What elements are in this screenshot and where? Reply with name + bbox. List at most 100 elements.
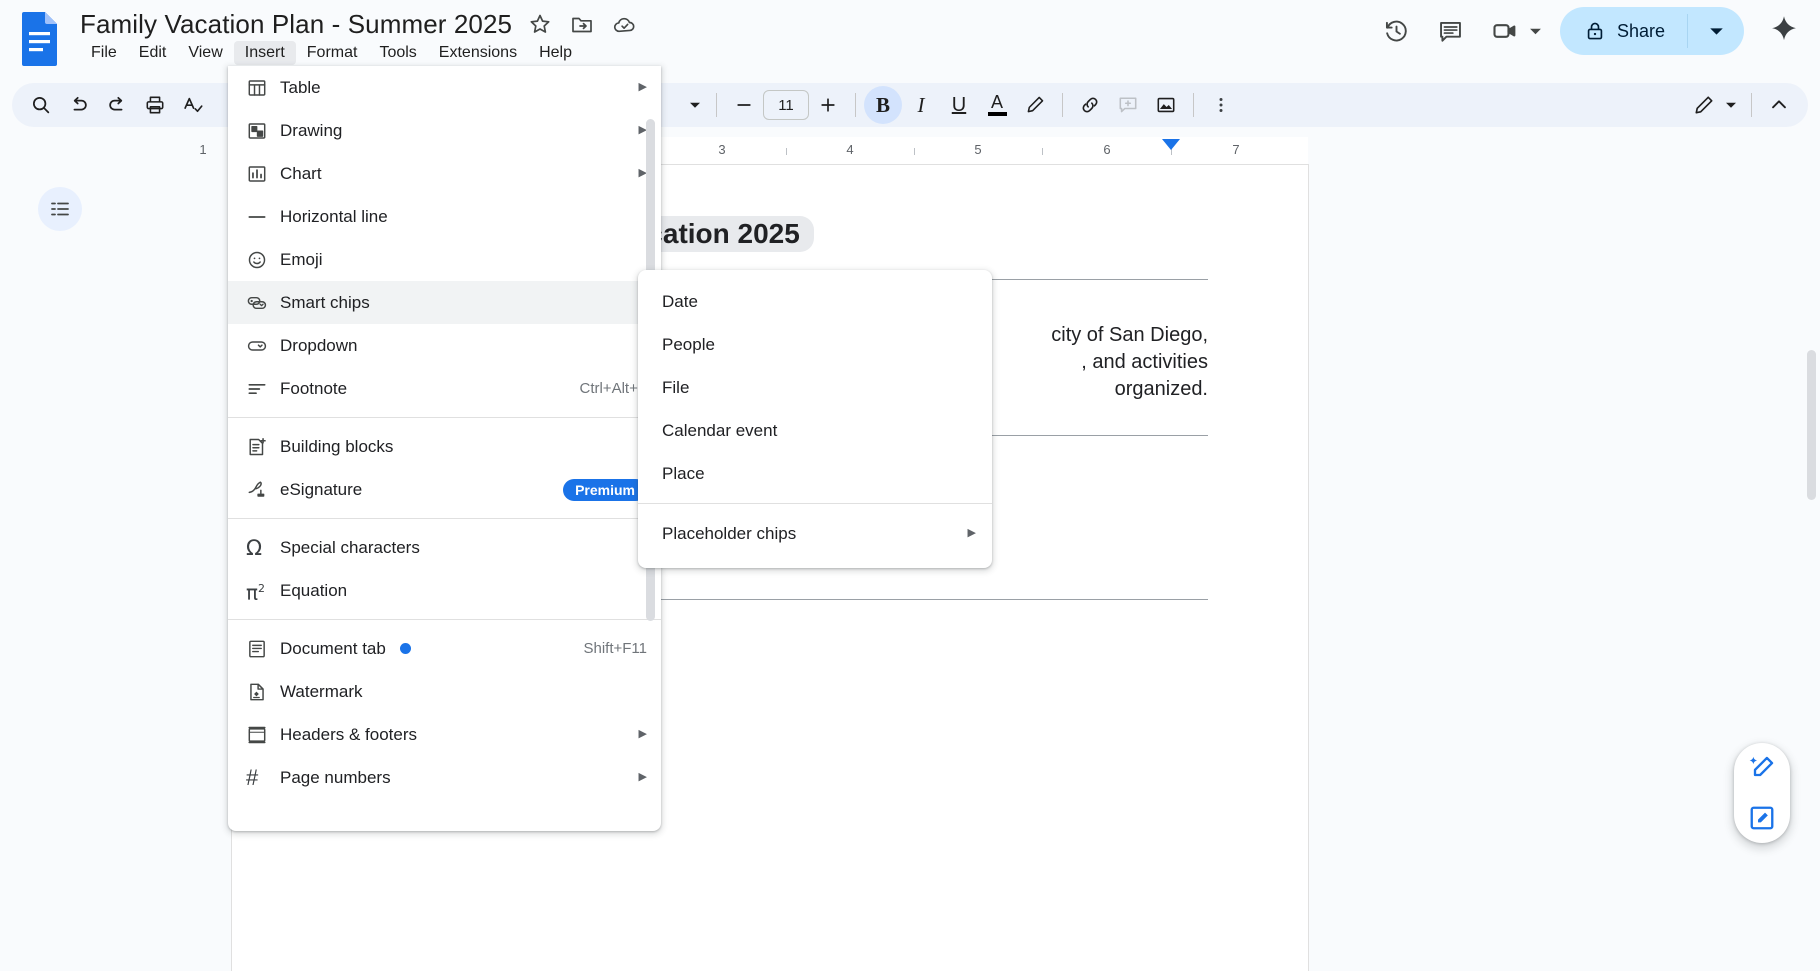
submenu-arrow-icon: ▶ [968,528,976,539]
menu-help[interactable]: Help [528,41,583,65]
menu-tools[interactable]: Tools [368,41,427,65]
insert-menu-item-smart-chips[interactable]: Smart chips▶ [228,281,661,324]
menu-item-label: Drawing [280,121,342,141]
submenu-item-label: Date [662,292,698,312]
menu-item-label: Horizontal line [280,207,388,227]
share-main[interactable]: Share [1560,7,1687,55]
version-history-icon[interactable] [1379,13,1415,49]
menu-item-label: Emoji [280,250,323,270]
gemini-sparkle-icon[interactable] [1762,9,1806,53]
insert-menu-item-chart[interactable]: Chart▶ [228,152,661,195]
editing-mode-button[interactable] [1685,86,1743,124]
increase-font-size-button[interactable] [809,86,847,124]
insert-menu-item-headers-footers[interactable]: Headers & footers▶ [228,713,661,756]
smart-chips-submenu-list: Date People File Calendar eventPlace Placeho… [638,280,992,555]
redo-icon[interactable] [98,86,136,124]
edit-pencil-icon[interactable] [1685,86,1723,124]
insert-menu-item-dropdown[interactable]: Dropdown [228,324,661,367]
insert-menu-item-emoji[interactable]: Emoji [228,238,661,281]
insert-image-button[interactable] [1147,86,1185,124]
chevron-down-icon[interactable] [1529,25,1542,38]
menu-extensions[interactable]: Extensions [428,41,528,65]
print-icon[interactable] [136,86,174,124]
new-feature-dot [400,643,411,654]
insert-menu-item-esignature[interactable]: eSignaturePremium [228,468,661,511]
google-docs-window: Family Vacation Plan - Summer 2025 [0,0,1820,971]
smart-chip-item-date[interactable]: Date [638,280,992,323]
meet-button-group[interactable] [1487,13,1542,49]
insert-menu-item-horizontal-line[interactable]: Horizontal line [228,195,661,238]
floating-action-buttons [1734,743,1790,843]
building-blocks-icon [246,436,280,458]
vertical-scrollbar[interactable] [1807,350,1816,500]
menu-view[interactable]: View [177,41,233,65]
move-to-folder-icon[interactable] [568,10,596,38]
document-title[interactable]: Family Vacation Plan - Summer 2025 [80,9,512,40]
menu-item-trailing: ▶ [639,772,647,783]
annotate-icon[interactable] [1744,800,1780,836]
share-button[interactable]: Share [1560,7,1744,55]
docs-logo-icon[interactable] [18,10,63,68]
ruler-tick [1042,148,1043,155]
esignature-icon [246,479,280,501]
font-size-input[interactable]: 11 [763,90,809,120]
insert-menu-item-equation[interactable]: π2Equation [228,569,661,612]
bold-button[interactable]: B [864,86,902,124]
menu-file[interactable]: File [80,41,128,65]
hide-menus-button[interactable] [1760,86,1798,124]
star-icon[interactable] [526,10,554,38]
smart-chips-submenu[interactable]: Date People File Calendar eventPlace Placeho… [638,270,992,568]
chevron-down-icon[interactable] [1725,99,1737,111]
comment-history-icon[interactable] [1433,13,1469,49]
insert-menu-item-page-numbers[interactable]: #Page numbers▶ [228,756,661,799]
toolbar-divider [1062,93,1063,117]
menu-edit[interactable]: Edit [128,41,178,65]
right-indent-marker[interactable] [1162,139,1180,150]
share-dropdown-button[interactable] [1688,7,1744,55]
smart-chip-item-calendar-event[interactable]: Calendar event [638,409,992,452]
smart-chip-item-place[interactable]: Place [638,452,992,495]
cloud-saved-icon[interactable] [610,10,638,38]
emoji-icon [246,249,280,271]
equation-icon: π2 [246,578,280,604]
undo-icon[interactable] [60,86,98,124]
insert-menu-item-special-characters[interactable]: ΩSpecial characters [228,526,661,569]
insert-menu-item-document-tab[interactable]: Document tabShift+F11 [228,627,661,670]
ruler-number: 7 [1232,142,1239,157]
toolbar-divider [855,93,856,117]
font-dropdown-caret-icon[interactable] [682,86,708,124]
highlight-color-button[interactable] [1016,86,1054,124]
decrease-font-size-button[interactable] [725,86,763,124]
submenu-item-label: People [662,335,715,355]
meet-video-icon[interactable] [1487,13,1523,49]
ruler-tick [914,148,915,155]
menu-format[interactable]: Format [296,41,369,65]
ruler-tick [786,148,787,155]
insert-link-button[interactable] [1071,86,1109,124]
share-label: Share [1617,21,1665,42]
underline-button[interactable]: U [940,86,978,124]
italic-button[interactable]: I [902,86,940,124]
add-comment-button[interactable] [1109,86,1147,124]
smart-chip-item-people[interactable]: People [638,323,992,366]
show-outline-button[interactable] [38,187,82,231]
menu-insert[interactable]: Insert [234,41,296,65]
smart-chip-item-placeholder-chips[interactable]: Placeholder chips▶ [638,512,992,555]
search-icon[interactable] [22,86,60,124]
insert-menu-item-table[interactable]: Table▶ [228,66,661,109]
insert-menu-panel[interactable]: Table▶Drawing▶Chart▶Horizontal lineEmoji… [228,66,661,831]
insert-menu-item-building-blocks[interactable]: Building blocks▶ [228,425,661,468]
text-color-button[interactable]: A [978,86,1016,124]
menu-item-label: Page numbers [280,768,391,788]
spellcheck-icon[interactable] [174,86,212,124]
toolbar-divider [716,93,717,117]
insert-menu-item-footnote[interactable]: FootnoteCtrl+Alt+F [228,367,661,410]
submenu-item-label: File [662,378,689,398]
smart-chip-item-file[interactable]: File [638,366,992,409]
insert-menu-item-drawing[interactable]: Drawing▶ [228,109,661,152]
more-options-icon[interactable] [1202,86,1240,124]
menu-item-trailing: Shift+F11 [583,640,647,657]
magic-pencil-icon[interactable] [1744,750,1780,786]
ruler-number: 3 [718,142,725,157]
insert-menu-item-watermark[interactable]: Watermark [228,670,661,713]
